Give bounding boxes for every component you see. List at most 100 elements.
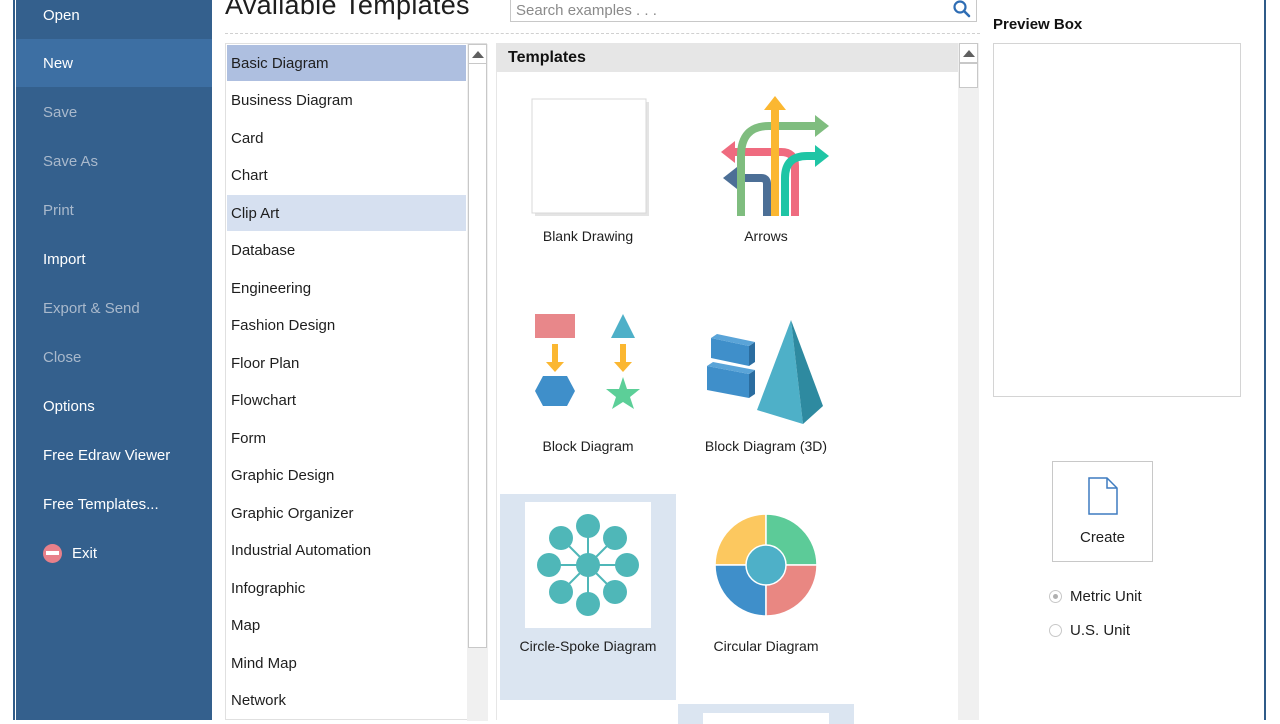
sidebar-item-label: Save As [43,152,99,170]
template-label: Circle-Spoke Diagram [519,638,657,654]
category-item[interactable]: Graphic Design [227,458,466,494]
sidebar-item-label: Exit [72,544,98,562]
window-edge [0,0,13,720]
templates-scrollbar[interactable] [958,43,979,720]
category-item[interactable]: Floor Plan [227,345,466,381]
category-item[interactable]: Map [227,608,466,644]
category-item[interactable]: Graphic Organizer [227,495,466,531]
us-unit-radio[interactable]: U.S. Unit [1049,622,1130,639]
category-item[interactable]: Database [227,233,466,269]
block-diagram-3d-icon [707,320,823,424]
radio-checked-icon [1049,590,1062,603]
search-icon[interactable] [952,0,972,19]
create-button[interactable]: Create [1052,461,1153,562]
category-item[interactable]: Network [227,683,466,719]
preview-label: Preview Box [993,16,1083,33]
file-menu-sidebar: Open New Save Save As Print Import Expor… [16,0,212,720]
exit-icon [43,543,62,563]
template-tile-blank-drawing[interactable]: Blank Drawing [500,84,676,294]
category-label: Mind Map [231,654,297,672]
template-label: Block Diagram (3D) [704,438,828,454]
circle-spoke-icon [525,502,651,628]
category-label: Network [231,692,287,709]
metric-unit-radio[interactable]: Metric Unit [1049,588,1142,605]
scrollbar-thumb[interactable] [959,63,978,88]
category-item[interactable]: Card [227,120,466,156]
category-label: Database [231,242,296,259]
category-label: Infographic [231,579,306,597]
category-item[interactable]: Industrial Automation [227,533,466,569]
template-tile-circle-spoke[interactable]: Circle-Spoke Diagram [500,494,676,700]
template-label: Blank Drawing [542,228,634,244]
sidebar-item-save-as[interactable]: Save As [16,137,212,185]
category-label: Graphic Design [231,467,335,484]
category-item[interactable]: Basic Diagram [227,45,466,81]
arrow-up-icon [471,50,484,58]
sidebar-item-new[interactable]: New [16,39,212,87]
sidebar-item-print[interactable]: Print [16,186,212,234]
sidebar-item-exit[interactable]: Exit [16,529,212,577]
sidebar-item-save[interactable]: Save [16,88,212,136]
templates-header: Templates [497,43,959,72]
radio-label: Metric Unit [1070,588,1142,605]
sidebar-item-label: Free Templates... [43,495,159,513]
category-item[interactable]: Infographic [227,570,466,606]
sidebar-item-free-edraw-viewer[interactable]: Free Edraw Viewer [16,431,212,479]
category-label: Chart [231,167,268,184]
sidebar-item-label: Print [43,201,74,219]
arrow-up-icon [962,49,975,57]
template-label: Arrows [744,228,788,244]
sidebar-item-label: Export & Send [43,299,140,317]
new-document-icon [1088,477,1118,515]
category-item[interactable]: Engineering [227,270,466,306]
category-label: Basic Diagram [231,54,329,72]
scroll-up-button[interactable] [959,43,978,63]
templates-panel: Templates Blank Drawing Arrows Block Dia… [496,43,959,724]
category-label: Form [231,429,266,447]
radio-unchecked-icon [1049,624,1062,637]
template-tile-block-diagram[interactable]: Block Diagram [500,294,676,504]
page-title: Available Templates [225,0,470,20]
category-label: Flowchart [231,392,297,409]
sidebar-item-free-templates[interactable]: Free Templates... [16,480,212,528]
sidebar-item-options[interactable]: Options [16,382,212,430]
sidebar-item-label: Open [43,6,80,24]
block-diagram-icon [535,314,640,409]
template-tile-next[interactable] [678,704,854,724]
category-item[interactable]: Form [227,420,466,456]
category-label: Graphic Organizer [231,504,354,522]
category-scrollbar[interactable] [467,44,488,721]
category-item[interactable]: Chart [227,158,466,194]
template-label: Block Diagram [542,438,634,454]
template-tile-circular-diagram[interactable]: Circular Diagram [678,494,854,704]
sidebar-item-label: Import [43,250,86,268]
circular-diagram-icon [714,513,818,617]
preview-box [993,43,1241,397]
category-item[interactable]: Mind Map [227,645,466,681]
create-label: Create [1079,529,1126,546]
category-label: Card [231,129,264,147]
search-input[interactable] [514,0,938,21]
template-tile-arrows[interactable]: Arrows [678,84,854,294]
category-item[interactable]: Clip Art [227,195,466,231]
sidebar-item-label: Free Edraw Viewer [43,446,171,464]
sidebar-item-open[interactable]: Open [16,0,212,39]
blank-drawing-icon [531,98,649,216]
sidebar-item-export-send[interactable]: Export & Send [16,284,212,332]
category-list: Basic Diagram Business Diagram Card Char… [225,43,488,721]
category-label: Business Diagram [231,92,353,109]
category-label: Clip Art [231,204,280,222]
sidebar-item-import[interactable]: Import [16,235,212,283]
scrollbar-thumb[interactable] [468,44,487,648]
category-item[interactable]: Fashion Design [227,308,466,344]
template-thumbnail-partial [703,713,829,724]
window-border [1264,0,1266,720]
template-label: Circular Diagram [713,638,819,654]
template-tile-block-diagram-3d[interactable]: Block Diagram (3D) [678,294,854,504]
category-item[interactable]: Flowchart [227,383,466,419]
category-label: Engineering [231,279,312,297]
scroll-up-button[interactable] [468,44,487,64]
category-item[interactable]: Business Diagram [227,83,466,119]
sidebar-item-close[interactable]: Close [16,333,212,381]
category-label: Floor Plan [231,354,300,372]
